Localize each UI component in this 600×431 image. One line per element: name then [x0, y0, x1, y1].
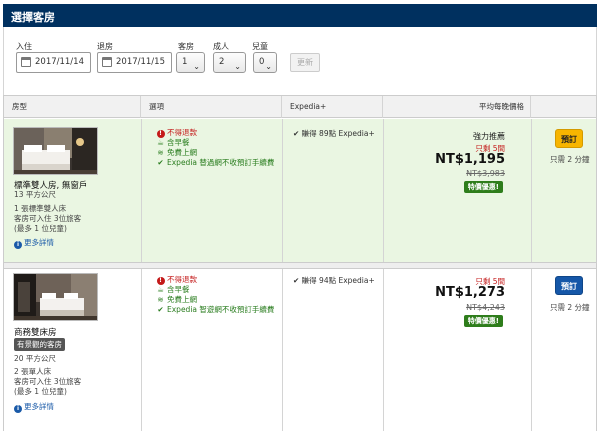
select-room-header: 選擇客房 [3, 4, 597, 27]
table-header: 房型 選項 Expedia+ 平均每晚價格 [4, 96, 596, 118]
chevron-down-icon: ⌄ [265, 62, 272, 71]
occupancy: 客房可入住 3位旅客 [14, 214, 82, 223]
bed-type: 1 張標準雙人床 [14, 204, 67, 213]
children-select[interactable]: 0 ⌄ [253, 52, 277, 73]
col-avg-price: 平均每晚價格 [383, 96, 531, 118]
max-children: (最多 1 位兒童) [14, 224, 67, 233]
chevron-down-icon: ⌄ [193, 62, 200, 71]
update-button[interactable]: 更新 [290, 53, 320, 72]
checkout-label: 退房 [97, 42, 113, 51]
search-bar: 入住 2017/11/14 退房 2017/11/15 客房 1 ⌄ 成人 2 … [3, 27, 597, 95]
room-size: 13 平方公尺 [14, 190, 56, 199]
price: NT$1,195 [435, 152, 505, 167]
children-label: 兒童 [252, 42, 268, 51]
time-left: 只需 2 分鐘 [550, 303, 590, 312]
option-wifi: ≋ 免費上網 [157, 295, 197, 304]
info-icon: i [14, 241, 22, 249]
max-children: (最多 1 位兒童) [14, 387, 67, 396]
room-table: 房型 選項 Expedia+ 平均每晚價格 標準雙人房, 無窗戶 13 平方公尺… [3, 95, 597, 431]
bed-type: 2 張單人床 [14, 367, 52, 376]
price: NT$1,273 [435, 285, 505, 300]
table-row: 商務雙床房 有景觀的客房 20 平方公尺 2 張單人床 客房可入住 3位旅客 (… [4, 269, 596, 431]
time-left: 只需 2 分鐘 [550, 155, 590, 164]
adults-label: 成人 [213, 42, 229, 51]
alert-icon: ! [156, 130, 165, 138]
old-price: NT$3,983 [466, 169, 505, 178]
chevron-down-icon: ⌄ [234, 62, 241, 71]
deal-badge: 特價優惠! [463, 315, 503, 327]
room-photo[interactable] [13, 127, 98, 175]
row-separator [4, 262, 596, 269]
expedia-points: ✔ 賺得 89點 Expedia+ [293, 129, 375, 138]
rooms-label: 客房 [178, 42, 194, 51]
book-button[interactable]: 預訂 [555, 129, 583, 148]
check-icon: ✔ [157, 305, 164, 314]
page-title: 選擇客房 [11, 11, 55, 24]
wifi-icon: ≋ [157, 295, 164, 304]
option-no-fee: ✔ Expedia 替過網不收預訂手續費 [157, 158, 275, 167]
old-price: NT$4,243 [466, 303, 505, 312]
more-details-link[interactable]: i 更多詳情 [14, 237, 54, 249]
option-nonrefundable: ! 不得退款 [156, 128, 197, 138]
option-wifi: ≋ 免費上網 [157, 148, 197, 157]
room-photo[interactable] [13, 273, 98, 321]
book-button[interactable]: 預訂 [555, 276, 583, 295]
promo-label: 強力推薦 [473, 132, 505, 141]
option-no-fee: ✔ Expedia 智遊網不收預訂手續費 [157, 305, 275, 314]
view-room-badge: 有景觀的客房 [14, 338, 65, 351]
checkout-date-field[interactable]: 2017/11/15 [97, 52, 172, 73]
table-row: 標準雙人房, 無窗戶 13 平方公尺 1 張標準雙人床 客房可入住 3位旅客 (… [4, 119, 596, 262]
checkin-date-field[interactable]: 2017/11/14 [16, 52, 91, 73]
occupancy: 客房可入住 3位旅客 [14, 377, 82, 386]
col-room-type: 房型 [4, 96, 141, 118]
more-details-link[interactable]: i 更多詳情 [14, 401, 54, 413]
col-options: 選項 [141, 96, 282, 118]
room-size: 20 平方公尺 [14, 354, 56, 363]
wifi-icon: ≋ [157, 148, 164, 157]
rooms-select[interactable]: 1 ⌄ [176, 52, 205, 73]
check-icon: ✔ [157, 158, 164, 167]
calendar-icon[interactable] [102, 57, 112, 67]
col-expedia-plus: Expedia+ [282, 96, 383, 118]
calendar-icon[interactable] [21, 57, 31, 67]
option-breakfast: ☕ 含早餐 [157, 285, 190, 294]
alert-icon: ! [156, 277, 165, 285]
info-icon: i [14, 405, 22, 413]
expedia-points: ✔ 賺得 94點 Expedia+ [293, 276, 375, 285]
room-name: 商務雙床房 [14, 328, 57, 338]
checkin-label: 入住 [16, 42, 32, 51]
adults-select[interactable]: 2 ⌄ [213, 52, 246, 73]
deal-badge: 特價優惠! [463, 181, 503, 193]
option-nonrefundable: ! 不得退款 [156, 275, 197, 285]
option-breakfast: ☕ 含早餐 [157, 138, 190, 147]
coffee-icon: ☕ [157, 285, 164, 294]
coffee-icon: ☕ [157, 138, 164, 147]
